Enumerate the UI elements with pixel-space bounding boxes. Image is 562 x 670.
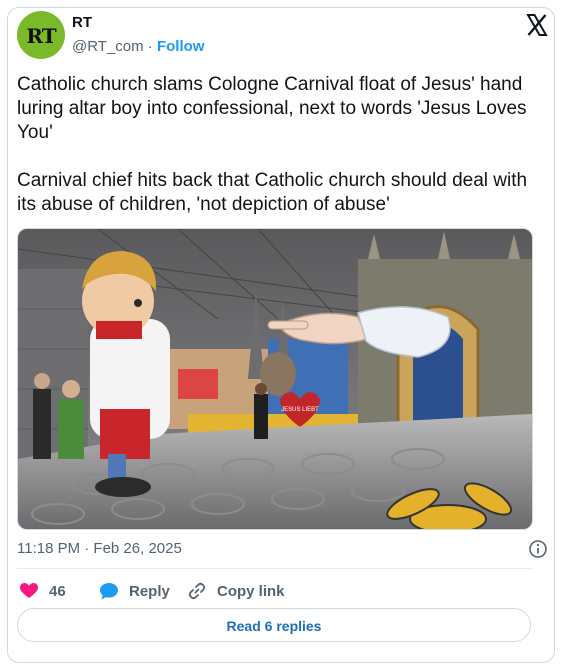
copy-link-label: Copy link xyxy=(217,582,285,600)
carnival-float-photo: JESUS LIEBT xyxy=(18,229,532,529)
divider xyxy=(17,568,533,569)
action-bar: 46 Reply Copy link xyxy=(17,578,533,604)
post-text: Catholic church slams Cologne Carnival f… xyxy=(17,74,528,215)
heart-sign-text: JESUS LIEBT xyxy=(281,407,319,413)
handle-separator: · xyxy=(143,38,157,55)
read-replies-button[interactable]: Read 6 replies xyxy=(17,608,531,642)
like-count: 46 xyxy=(49,582,66,600)
post-timestamp[interactable]: 11:18 PM · Feb 26, 2025 xyxy=(17,540,182,557)
avatar-logo-text: RT xyxy=(26,24,56,48)
link-icon xyxy=(188,582,206,600)
author-handle-line: @RT_com · Follow xyxy=(72,38,204,55)
reply-label: Reply xyxy=(129,582,170,600)
author-name[interactable]: RT xyxy=(72,14,92,31)
heart-icon xyxy=(20,583,38,598)
reply-bubble-icon xyxy=(100,583,118,600)
info-icon[interactable] xyxy=(528,539,548,559)
follow-link[interactable]: Follow xyxy=(157,38,205,55)
like-button[interactable]: 46 xyxy=(19,578,66,604)
reply-button[interactable]: Reply xyxy=(99,578,170,604)
copy-link-button[interactable]: Copy link xyxy=(187,578,285,604)
x-logo-icon[interactable] xyxy=(525,13,549,37)
author-handle[interactable]: @RT_com xyxy=(72,38,144,55)
post-image[interactable]: JESUS LIEBT xyxy=(17,228,533,530)
avatar[interactable]: RT xyxy=(17,11,65,59)
